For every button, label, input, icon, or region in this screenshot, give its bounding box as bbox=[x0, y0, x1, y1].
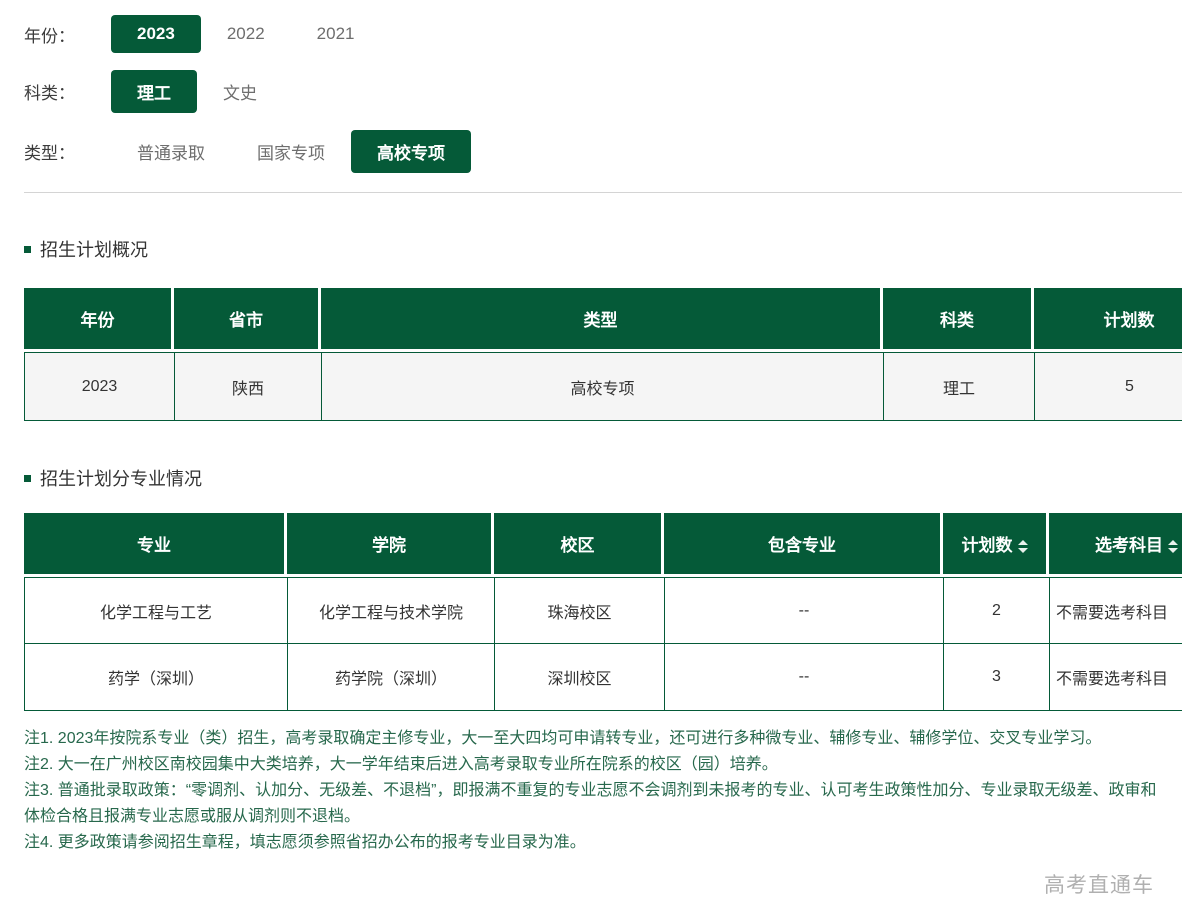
cell-exam-subjects: 不需要选考科目 bbox=[1049, 644, 1182, 711]
filter-options-category: 理工 文史 bbox=[111, 70, 283, 113]
filter-row-type: 类型： 普通录取 国家专项 高校专项 bbox=[24, 130, 1182, 173]
col-header-type: 类型 bbox=[321, 288, 883, 352]
table-row: 2023 陕西 高校专项 理工 5 bbox=[24, 352, 1182, 421]
col-header-year: 年份 bbox=[24, 288, 174, 352]
table-row: 药学（深圳） 药学院（深圳） 深圳校区 -- 3 不需要选考科目 bbox=[24, 644, 1182, 711]
table-row: 化学工程与工艺 化学工程与技术学院 珠海校区 -- 2 不需要选考科目 bbox=[24, 577, 1182, 644]
cell-year: 2023 bbox=[24, 352, 174, 421]
col-header-school: 学院 bbox=[287, 513, 494, 577]
square-bullet-icon bbox=[24, 474, 31, 482]
filter-label-category: 科类： bbox=[24, 84, 75, 103]
section-title-text: 招生计划概况 bbox=[40, 240, 148, 260]
filter-label-year: 年份： bbox=[24, 26, 75, 46]
section-title-text: 招生计划分专业情况 bbox=[40, 469, 202, 489]
year-option-2021[interactable]: 2021 bbox=[291, 15, 381, 53]
filter-options-year: 2023 2022 2021 bbox=[111, 15, 380, 53]
section-title-plan-overview: 招生计划概况 bbox=[24, 236, 1182, 262]
cell-plan-count: 2 bbox=[943, 577, 1049, 644]
cell-campus: 深圳校区 bbox=[494, 644, 664, 711]
cell-type: 高校专项 bbox=[321, 352, 883, 421]
cell-plan-count: 5 bbox=[1034, 352, 1182, 421]
sort-icon bbox=[1168, 540, 1178, 554]
plan-overview-table-wrap: 年份 省市 类型 科类 计划数 2023 陕西 高校专项 理工 5 bbox=[24, 288, 1182, 421]
cell-campus: 珠海校区 bbox=[494, 577, 664, 644]
cell-category: 理工 bbox=[883, 352, 1034, 421]
plan-overview-table: 年份 省市 类型 科类 计划数 2023 陕西 高校专项 理工 5 bbox=[24, 288, 1182, 421]
col-header-category: 科类 bbox=[883, 288, 1034, 352]
sort-icon bbox=[1017, 540, 1028, 554]
plan-by-major-table-wrap: 专业 学院 校区 包含专业 计划数 选考科目 化学工程与工艺 化学工程与技术学院 bbox=[24, 513, 1182, 711]
cell-exam-subjects: 不需要选考科目 bbox=[1049, 577, 1182, 644]
type-option-university-special[interactable]: 高校专项 bbox=[351, 130, 471, 173]
filter-row-year: 年份： 2023 2022 2021 bbox=[24, 15, 1182, 53]
col-header-included-majors: 包含专业 bbox=[664, 513, 943, 577]
col-header-plan-count: 计划数 bbox=[1034, 288, 1182, 352]
plan-by-major-table: 专业 学院 校区 包含专业 计划数 选考科目 化学工程与工艺 化学工程与技术学院 bbox=[24, 513, 1182, 711]
cell-major: 药学（深圳） bbox=[24, 644, 287, 711]
table-header-row: 专业 学院 校区 包含专业 计划数 选考科目 bbox=[24, 513, 1182, 577]
cell-plan-count: 3 bbox=[943, 644, 1049, 711]
category-option-liberal-arts[interactable]: 文史 bbox=[197, 70, 283, 113]
filters-divider bbox=[24, 192, 1182, 193]
note-3: 注3. 普通批录取政策：“零调剂、认加分、无级差、不退档”，即报满不重复的专业志… bbox=[24, 782, 1157, 825]
col-header-label: 选考科目 bbox=[1095, 536, 1163, 555]
col-header-major: 专业 bbox=[24, 513, 287, 577]
cell-province: 陕西 bbox=[174, 352, 321, 421]
watermark-text: 高考直通车 bbox=[1044, 874, 1154, 897]
filter-label-type: 类型： bbox=[24, 144, 75, 163]
col-header-plan-count-sortable[interactable]: 计划数 bbox=[943, 513, 1049, 577]
filter-options-type: 普通录取 国家专项 高校专项 bbox=[111, 130, 471, 173]
col-header-campus: 校区 bbox=[494, 513, 664, 577]
table-header-row: 年份 省市 类型 科类 计划数 bbox=[24, 288, 1182, 352]
note-2: 注2. 大一在广州校区南校园集中大类培养，大一学年结束后进入高考录取专业所在院系… bbox=[24, 756, 778, 773]
cell-major: 化学工程与工艺 bbox=[24, 577, 287, 644]
cell-school: 化学工程与技术学院 bbox=[287, 577, 494, 644]
type-option-regular[interactable]: 普通录取 bbox=[111, 130, 231, 173]
col-header-exam-subjects-sortable[interactable]: 选考科目 bbox=[1049, 513, 1182, 577]
filter-row-category: 科类： 理工 文史 bbox=[24, 70, 1182, 113]
year-option-2022[interactable]: 2022 bbox=[201, 15, 291, 53]
notes-block: 注1. 2023年按院系专业（类）招生，高考录取确定主修专业，大一至大四均可申请… bbox=[24, 726, 1164, 856]
cell-school: 药学院（深圳） bbox=[287, 644, 494, 711]
category-option-science[interactable]: 理工 bbox=[111, 70, 197, 113]
col-header-province: 省市 bbox=[174, 288, 321, 352]
year-option-2023[interactable]: 2023 bbox=[111, 15, 201, 53]
admission-plan-page: 年份： 2023 2022 2021 科类： 理工 文史 类型： 普通录取 国家… bbox=[0, 0, 1182, 856]
note-1: 注1. 2023年按院系专业（类）招生，高考录取确定主修专业，大一至大四均可申请… bbox=[24, 730, 1102, 747]
type-option-national-special[interactable]: 国家专项 bbox=[231, 130, 351, 173]
cell-included-majors: -- bbox=[664, 644, 943, 711]
section-title-plan-by-major: 招生计划分专业情况 bbox=[24, 465, 1182, 491]
note-4: 注4. 更多政策请参阅招生章程，填志愿须参照省招办公布的报考专业目录为准。 bbox=[24, 834, 586, 851]
cell-included-majors: -- bbox=[664, 577, 943, 644]
col-header-label: 计划数 bbox=[961, 536, 1013, 555]
square-bullet-icon bbox=[24, 245, 31, 253]
